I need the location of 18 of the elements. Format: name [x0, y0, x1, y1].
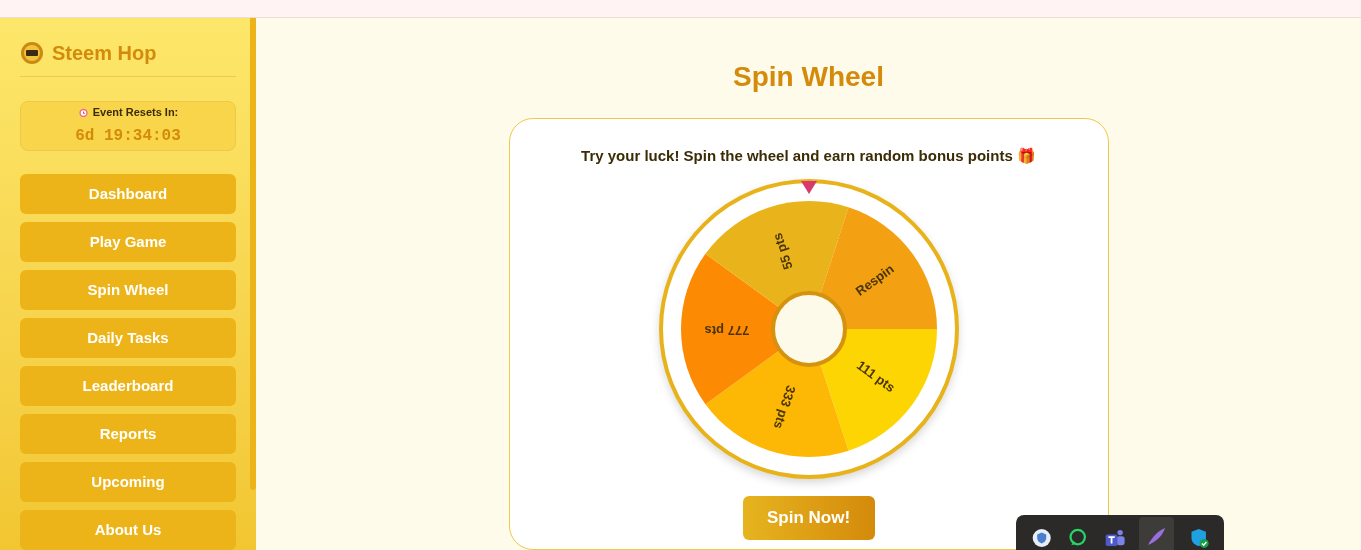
- segment-label: 55 pts: [769, 230, 796, 272]
- nav-item[interactable]: Leaderboard: [20, 366, 236, 406]
- nav-item[interactable]: About Us: [20, 510, 236, 550]
- timer-label: Event Resets In:: [92, 104, 179, 120]
- page-title: Spin Wheel: [733, 60, 884, 94]
- spin-button[interactable]: Spin Now!: [742, 495, 875, 540]
- nav-item[interactable]: Dashboard: [20, 174, 236, 214]
- nav-item[interactable]: Reports: [20, 414, 236, 454]
- countdown: 6d 19:34:03: [75, 126, 181, 148]
- segment-label: 333 pts: [770, 383, 799, 431]
- prompt-text: Try your luck! Spin the wheel and earn random bonus points 🎁: [581, 146, 1036, 166]
- segment-label: 777 pts: [704, 322, 749, 338]
- segment-label: 111 pts: [853, 357, 898, 395]
- nav-item[interactable]: Spin Wheel: [20, 270, 236, 310]
- nav-item[interactable]: Play Game: [20, 222, 236, 262]
- nav-item[interactable]: Daily Tasks: [20, 318, 236, 358]
- brand-name: Steem Hop: [52, 41, 157, 66]
- nav-item[interactable]: Upcoming: [20, 462, 236, 502]
